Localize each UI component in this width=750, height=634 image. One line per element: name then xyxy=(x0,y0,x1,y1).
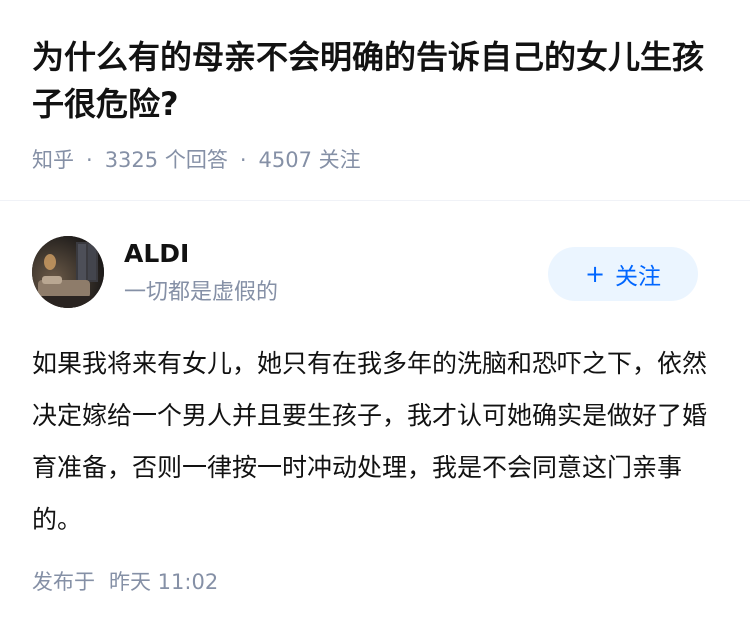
follower-count: 4507 xyxy=(258,148,312,172)
source-label[interactable]: 知乎 xyxy=(32,148,74,172)
published-label: 发布于 xyxy=(32,570,95,594)
divider xyxy=(0,200,750,201)
separator-dot: · xyxy=(86,148,93,172)
avatar[interactable] xyxy=(32,236,104,308)
follow-button[interactable]: + 关注 xyxy=(548,247,698,301)
follow-button-label: 关注 xyxy=(615,264,662,290)
plus-icon: + xyxy=(584,260,606,288)
author-name[interactable]: ALDI xyxy=(124,238,189,270)
question-title[interactable]: 为什么有的母亲不会明确的告诉自己的女儿生孩子很危险? xyxy=(32,34,722,128)
published-time: 昨天 11:02 xyxy=(109,570,219,594)
follower-count-label: 关注 xyxy=(318,148,361,172)
avatar-image xyxy=(32,236,104,308)
separator-dot: · xyxy=(239,148,247,172)
question-meta: 知乎 · 3325 个回答 · 4507 关注 xyxy=(32,145,361,175)
answer-count: 3325 xyxy=(104,148,159,172)
publish-time: 发布于 昨天 11:02 xyxy=(32,567,218,597)
author-bio: 一切都是虚假的 xyxy=(124,280,279,305)
answer-count-label: 个回答 xyxy=(164,148,228,172)
answer-content: 如果我将来有女儿，她只有在我多年的洗脑和恐吓之下，依然决定嫁给一个男人并且要生孩… xyxy=(32,349,708,534)
